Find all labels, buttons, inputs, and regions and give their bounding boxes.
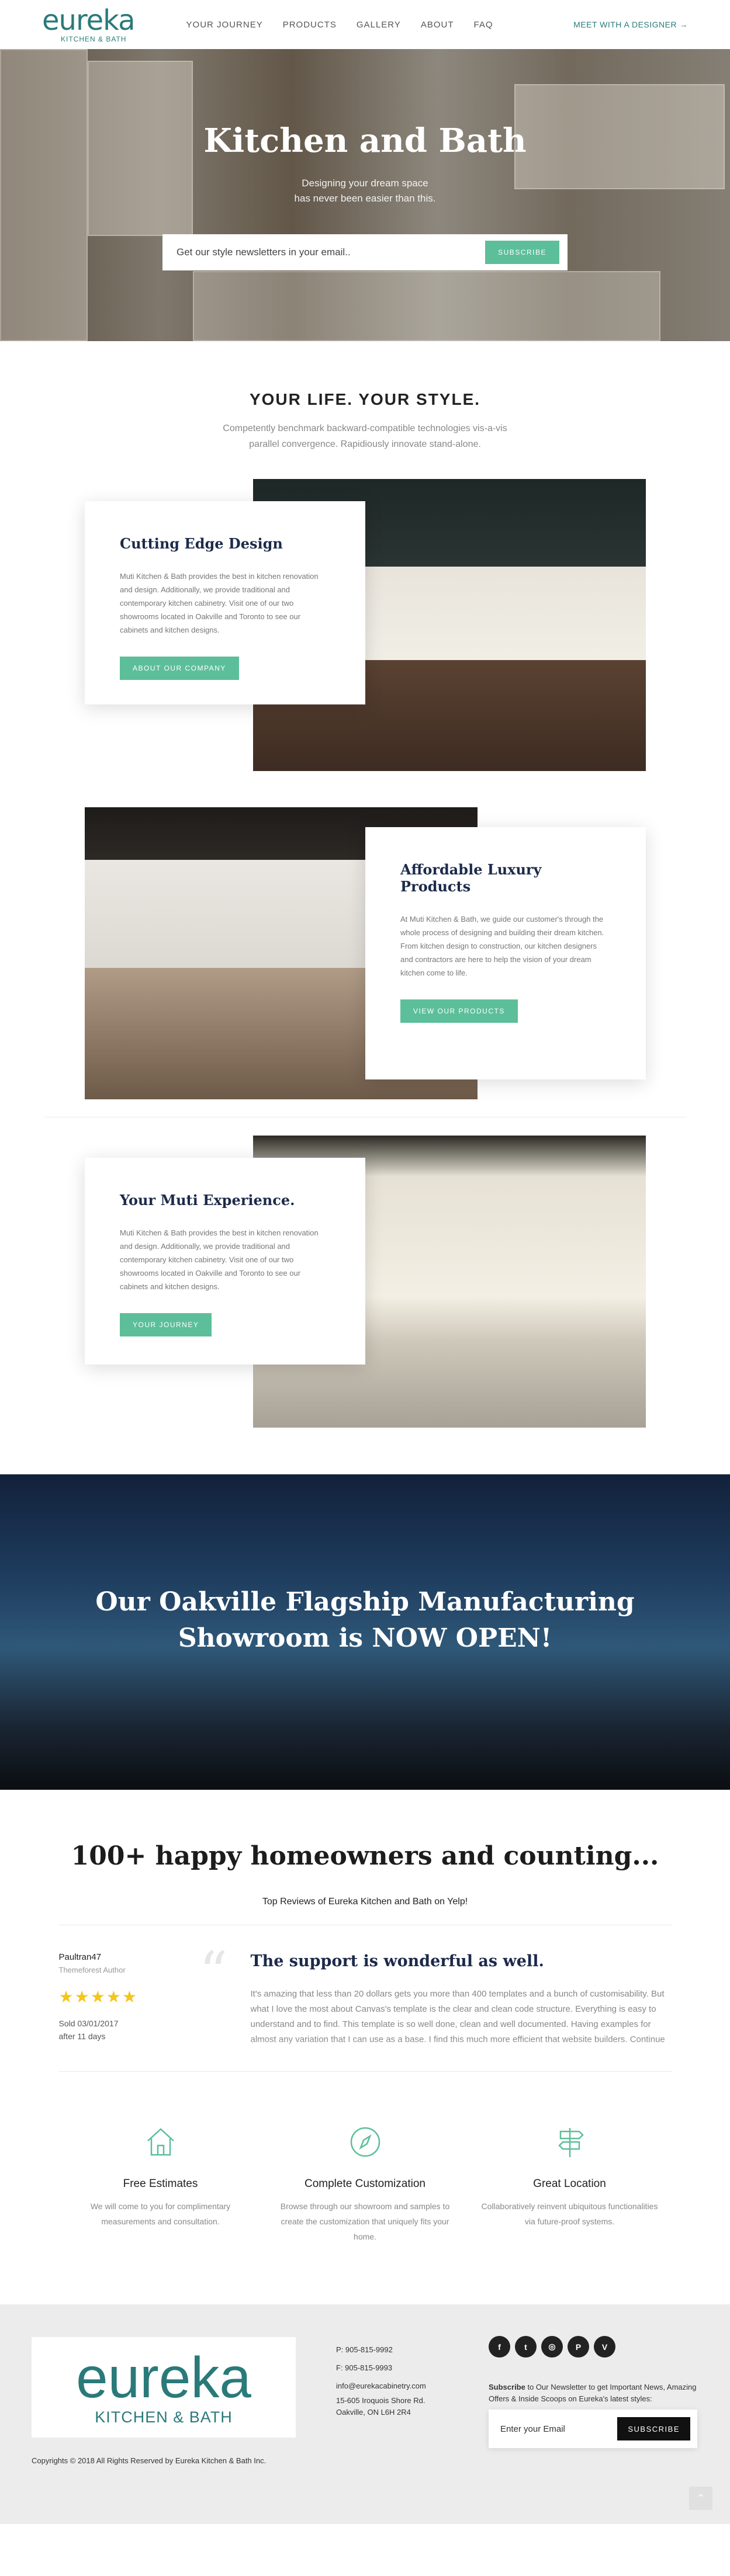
banner-title: Our Oakville Flagship Manufacturing Show…: [0, 1584, 730, 1657]
pinterest-icon[interactable]: P: [568, 2336, 589, 2358]
phone: P: 905-815-9992: [336, 2345, 393, 2354]
service-title: Free Estimates: [123, 2178, 198, 2190]
reviewer-info: Paultran47 Themeforest Author ★★★★★ Sold…: [59, 1952, 199, 2054]
review-item: Paultran47 Themeforest Author ★★★★★ Sold…: [59, 1925, 672, 2054]
contact-info: P: 905-815-9992 F: 905-815-9993 info@eur…: [336, 2341, 426, 2418]
feature-text: Muti Kitchen & Bath provides the best in…: [120, 1228, 319, 1291]
showroom-banner: Our Oakville Flagship Manufacturing Show…: [0, 1474, 730, 1790]
site-footer: eureka KITCHEN & BATH Copyrights © 2018 …: [0, 2304, 730, 2524]
footer-email-input[interactable]: [500, 2424, 618, 2434]
view-products-button[interactable]: VIEW OUR PRODUCTS: [400, 999, 518, 1023]
service-text: Browse through our showroom and samples …: [280, 2202, 450, 2241]
reviewer-name: Paultran47: [58, 1952, 102, 1962]
nav-faq[interactable]: FAQ: [474, 20, 493, 30]
footer-newsletter-form: SUBSCRIBE: [489, 2410, 697, 2448]
feature-title: Cutting Edge Design: [120, 535, 283, 552]
email-link[interactable]: info@eurekacabinetry.com: [336, 2377, 426, 2395]
social-links: f t ◎ P V: [489, 2336, 615, 2358]
logo-word: eureka: [42, 4, 136, 37]
service-customization: Complete Customization Browse through ou…: [263, 2124, 468, 2304]
feature-cutting-edge: Cutting Edge Design Muti Kitchen & Bath …: [0, 479, 730, 771]
sold-duration: after 11 days: [58, 2032, 106, 2041]
feature-card: Affordable Luxury Products At Muti Kitch…: [365, 827, 646, 1079]
instagram-icon[interactable]: ◎: [541, 2336, 563, 2358]
section-divider: [43, 1099, 687, 1117]
feature-card: Your Muti Experience. Muti Kitchen & Bat…: [85, 1158, 365, 1365]
star-rating: ★★★★★: [58, 1988, 139, 2006]
address-line1: 15-605 Iroquois Shore Rd.: [336, 2396, 425, 2405]
feature-text: Muti Kitchen & Bath provides the best in…: [120, 572, 319, 634]
service-text: We will come to you for complimentary me…: [90, 2202, 231, 2226]
hero-email-input[interactable]: [177, 247, 486, 258]
feature-affordable-luxury: Affordable Luxury Products At Muti Kitch…: [0, 807, 730, 1099]
site-header: eureka KITCHEN & BATH YOUR JOURNEY PRODU…: [0, 0, 730, 49]
copyright: Copyrights © 2018 All Rights Reserved by…: [32, 2456, 267, 2465]
footer-logo-word: eureka: [76, 2345, 251, 2410]
sold-date: Sold 03/01/2017: [58, 2019, 119, 2028]
services-section: Free Estimates We will come to you for c…: [0, 2072, 730, 2304]
hero-subtitle: Designing your dream space has never bee…: [0, 176, 730, 206]
sold-info: Sold 03/01/2017 after 11 days: [59, 2017, 199, 2043]
compass-icon: [350, 2127, 380, 2157]
home-icon: [147, 2128, 174, 2156]
fax: F: 905-815-9993: [336, 2363, 393, 2372]
intro-heading: YOUR LIFE. YOUR STYLE.: [249, 390, 481, 408]
logo[interactable]: eureka KITCHEN & BATH: [42, 4, 136, 43]
intro-text-line2: parallel convergence. Rapidiously innova…: [249, 439, 481, 449]
reviews-section: 100+ happy homeowners and counting... To…: [0, 1790, 730, 2072]
nav-gallery[interactable]: GALLERY: [357, 20, 401, 30]
hero-title: Kitchen and Bath: [203, 121, 527, 160]
reviews-heading: 100+ happy homeowners and counting...: [71, 1841, 659, 1871]
hero-newsletter-form: SUBSCRIBE: [162, 234, 568, 270]
footer-logo[interactable]: eureka KITCHEN & BATH: [32, 2337, 296, 2438]
hero-section: Kitchen and Bath Designing your dream sp…: [0, 49, 730, 341]
service-title: Great Location: [533, 2178, 606, 2190]
meet-designer-link[interactable]: MEET WITH A DESIGNER →: [573, 20, 688, 29]
logo-subtitle: KITCHEN & BATH: [61, 35, 127, 43]
vimeo-icon[interactable]: V: [594, 2336, 615, 2358]
scroll-to-top-icon[interactable]: ⌃: [689, 2487, 712, 2510]
address: 15-605 Iroquois Shore Rd. Oakville, ON L…: [336, 2395, 426, 2418]
newsletter-text: Subscribe to Our Newsletter to get Impor…: [489, 2381, 705, 2405]
quote-icon: “: [199, 1940, 228, 2005]
hero-subtitle-line1: Designing your dream space: [302, 178, 428, 189]
review-text: It's amazing that less than 20 dollars g…: [250, 1989, 665, 2044]
your-journey-button[interactable]: YOUR JOURNEY: [120, 1313, 212, 1336]
feature-text: At Muti Kitchen & Bath, we guide our cus…: [400, 915, 604, 977]
banner-title-line2: Showroom is NOW OPEN!: [178, 1623, 552, 1653]
newsletter-bold: Subscribe: [489, 2383, 525, 2391]
signpost-icon: [558, 2128, 584, 2157]
nav-products[interactable]: PRODUCTS: [283, 20, 337, 30]
address-line2: Oakville, ON L6H 2R4: [336, 2408, 411, 2417]
facebook-icon[interactable]: f: [489, 2336, 510, 2358]
feature-card: Cutting Edge Design Muti Kitchen & Bath …: [85, 501, 365, 704]
hero-subtitle-line2: has never been easier than this.: [294, 193, 436, 204]
banner-title-line1: Our Oakville Flagship Manufacturing: [95, 1587, 635, 1617]
footer-logo-subtitle: KITCHEN & BATH: [95, 2408, 233, 2426]
service-text: Collaboratively reinvent ubiquitous func…: [481, 2202, 658, 2226]
intro-section: YOUR LIFE. YOUR STYLE. Competently bench…: [0, 341, 730, 479]
footer-subscribe-button[interactable]: SUBSCRIBE: [617, 2417, 690, 2440]
about-company-button[interactable]: ABOUT OUR COMPANY: [120, 657, 239, 680]
nav-your-journey[interactable]: YOUR JOURNEY: [186, 20, 263, 30]
feature-title: Affordable Luxury Products: [400, 861, 542, 895]
review-body: The support is wonderful as well. It's a…: [251, 1952, 672, 2054]
feature-muti-experience: Your Muti Experience. Muti Kitchen & Bat…: [0, 1136, 730, 1428]
review-title: The support is wonderful as well.: [250, 1952, 544, 1970]
service-title: Complete Customization: [305, 2178, 425, 2190]
hero-island: [193, 271, 660, 341]
reviewer-role: Themeforest Author: [58, 1966, 126, 1974]
reviews-subheading: Top Reviews of Eureka Kitchen and Bath o…: [262, 1897, 468, 1907]
hero-subscribe-button[interactable]: SUBSCRIBE: [485, 241, 559, 264]
service-location: Great Location Collaboratively reinvent …: [468, 2124, 672, 2304]
nav-about[interactable]: ABOUT: [421, 20, 454, 30]
main-nav: YOUR JOURNEY PRODUCTS GALLERY ABOUT FAQ: [186, 20, 493, 30]
intro-text: Competently benchmark backward-compatibl…: [0, 421, 730, 452]
intro-text-line1: Competently benchmark backward-compatibl…: [223, 423, 507, 433]
twitter-icon[interactable]: t: [515, 2336, 537, 2358]
service-free-estimates: Free Estimates We will come to you for c…: [58, 2124, 263, 2304]
feature-title: Your Muti Experience.: [120, 1192, 295, 1209]
